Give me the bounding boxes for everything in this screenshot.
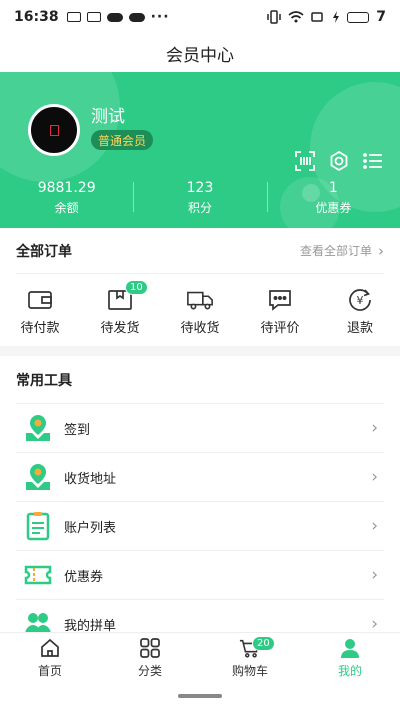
order-label: 待收货 — [180, 321, 220, 336]
bottom-tab-bar: 首页 分类 20 购物车 我的 — [0, 632, 400, 682]
tool-label: 优惠券 — [64, 569, 104, 585]
chevron-right-icon: › — [371, 565, 378, 585]
profile-header: 测试 普通会员 9881.29 余额 123 积分 1 优惠券 — [0, 72, 400, 228]
refund-icon: ¥ — [346, 286, 374, 313]
order-label: 待评价 — [260, 321, 300, 336]
home-icon — [39, 637, 61, 659]
orders-title: 全部订单 — [16, 243, 72, 260]
stats-row: 9881.29 余额 123 积分 1 优惠券 — [0, 176, 400, 220]
chevron-right-icon: › — [371, 418, 378, 438]
wallet-icon — [26, 286, 54, 313]
scan-icon[interactable] — [294, 150, 316, 172]
comment-icon — [266, 286, 294, 313]
order-label: 退款 — [346, 321, 373, 336]
tools-title: 常用工具 — [16, 356, 384, 404]
signal-icon — [311, 12, 323, 22]
status-bar: 16:38 ··· 7 — [0, 0, 400, 34]
charging-icon — [333, 11, 340, 23]
list-doc-icon — [22, 510, 54, 542]
tab-label: 分类 — [137, 663, 162, 678]
view-all-orders-link[interactable]: 查看全部订单 — [300, 242, 372, 259]
menu-list-icon[interactable] — [362, 150, 384, 172]
order-pending-review[interactable]: 待评价 — [240, 280, 320, 336]
cloud-icon — [106, 12, 123, 22]
tab-category[interactable]: 分类 — [100, 633, 200, 682]
cart-count-badge: 20 — [252, 636, 275, 651]
member-level-badge: 普通会员 — [91, 130, 154, 150]
chevron-right-icon[interactable]: › — [378, 242, 384, 260]
settings-icon[interactable] — [328, 150, 350, 172]
message-icon — [66, 12, 81, 22]
avatar[interactable] — [28, 104, 80, 156]
tab-cart[interactable]: 20 购物车 — [200, 633, 300, 682]
order-pending-receipt[interactable]: 待收货 — [160, 280, 240, 336]
category-icon — [139, 637, 161, 659]
chevron-right-icon: › — [371, 467, 378, 487]
tool-item-address[interactable]: 收货地址 › — [16, 453, 384, 502]
order-refund[interactable]: ¥ 退款 — [320, 280, 400, 336]
tool-item-coupons[interactable]: 优惠券 › — [16, 551, 384, 600]
order-pending-payment[interactable]: 待付款 — [0, 280, 80, 336]
tab-mine[interactable]: 我的 — [300, 633, 400, 682]
tool-label: 收货地址 — [64, 471, 117, 487]
group-icon — [22, 608, 54, 632]
username: 测试 — [91, 107, 125, 127]
stat-label: 积分 — [187, 201, 212, 215]
location-icon — [22, 461, 54, 493]
tab-label: 我的 — [337, 663, 362, 678]
status-time: 16:38 — [14, 9, 59, 25]
notification-icons: ··· — [66, 9, 170, 25]
battery-level: 7 — [376, 9, 386, 25]
section-divider — [0, 346, 400, 356]
tool-label: 签到 — [64, 422, 91, 438]
stat-coupons[interactable]: 1 优惠券 — [266, 176, 400, 220]
tab-label: 首页 — [37, 663, 62, 678]
tool-item-group-buy[interactable]: 我的拼单 › — [16, 600, 384, 632]
stat-value: 9881.29 — [37, 180, 96, 196]
user-icon — [339, 637, 361, 659]
stat-value: 123 — [186, 180, 214, 196]
tool-label: 账户列表 — [64, 520, 117, 536]
svg-text:¥: ¥ — [357, 294, 364, 307]
news-icon — [86, 12, 101, 22]
home-indicator[interactable] — [178, 694, 222, 698]
page-title: 会员中心 — [166, 45, 234, 66]
chevron-right-icon: › — [371, 614, 378, 632]
weibo-icon — [128, 12, 145, 22]
order-count-badge: 10 — [125, 280, 148, 295]
order-label: 待付款 — [20, 321, 60, 336]
tab-label: 购物车 — [231, 663, 268, 678]
stat-label: 优惠券 — [315, 201, 352, 215]
vibrate-icon — [267, 10, 281, 24]
truck-icon — [186, 286, 214, 313]
tab-home[interactable]: 首页 — [0, 633, 100, 682]
tools-card: 常用工具 签到 › 收货地址 › 账户列表 › 优惠券 › 我的拼单 › — [0, 356, 400, 632]
battery-icon — [347, 11, 370, 23]
stat-label: 余额 — [54, 201, 79, 215]
chevron-right-icon: › — [371, 516, 378, 536]
stat-points[interactable]: 123 积分 — [133, 176, 266, 220]
coupon-icon — [22, 559, 54, 591]
order-label: 待发货 — [100, 321, 140, 336]
tool-item-accounts[interactable]: 账户列表 › — [16, 502, 384, 551]
order-pending-shipment[interactable]: 10 待发货 — [80, 280, 160, 336]
stat-value: 1 — [328, 180, 338, 196]
orders-card: 全部订单 查看全部订单 › 待付款 10 待发货 待收货 待评价 ¥ 退款 — [0, 228, 400, 346]
tool-item-checkin[interactable]: 签到 › — [16, 404, 384, 453]
checkin-icon — [22, 412, 54, 444]
stat-balance[interactable]: 9881.29 余额 — [0, 176, 133, 220]
more-notifications-icon: ··· — [150, 9, 170, 25]
tool-label: 我的拼单 — [64, 618, 117, 633]
wifi-icon — [288, 11, 304, 23]
